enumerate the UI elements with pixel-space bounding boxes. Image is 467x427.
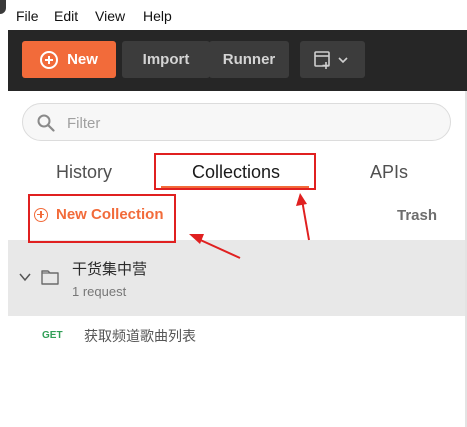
- folder-icon: [41, 270, 59, 285]
- runner-button-label: Runner: [222, 51, 276, 68]
- new-button[interactable]: New: [22, 41, 116, 78]
- menu-file[interactable]: File: [16, 7, 39, 25]
- tab-collections[interactable]: Collections: [192, 161, 280, 183]
- menu-edit[interactable]: Edit: [54, 7, 78, 25]
- new-window-button[interactable]: [300, 41, 365, 78]
- runner-button[interactable]: Runner: [209, 41, 289, 78]
- app-icon: [0, 0, 6, 14]
- menu-view[interactable]: View: [95, 7, 125, 25]
- active-tab-indicator: [161, 186, 309, 188]
- collection-name: 干货集中营: [72, 260, 148, 278]
- new-collection-label: New Collection: [56, 206, 164, 223]
- menu-help[interactable]: Help: [143, 7, 172, 25]
- request-method-badge: GET: [42, 330, 63, 341]
- window-left-edge: [0, 30, 8, 427]
- import-button[interactable]: Import: [122, 41, 210, 78]
- plus-circle-icon: [40, 50, 59, 69]
- menu-bar: File Edit View Help: [0, 0, 467, 30]
- toolbar: New Import Runner: [8, 30, 467, 91]
- collection-item[interactable]: 干货集中营 1 request: [8, 240, 465, 316]
- import-button-label: Import: [142, 51, 190, 68]
- search-input[interactable]: [67, 113, 427, 133]
- plus-circle-icon: [34, 207, 48, 222]
- request-item[interactable]: GET 获取频道歌曲列表: [8, 316, 465, 356]
- tab-history[interactable]: History: [56, 161, 112, 183]
- search-icon: [37, 114, 55, 132]
- new-collection-button[interactable]: New Collection: [34, 206, 164, 223]
- collection-request-count: 1 request: [72, 284, 127, 299]
- new-button-label: New: [67, 51, 98, 68]
- trash-button[interactable]: Trash: [397, 207, 437, 224]
- new-window-icon: [313, 50, 348, 69]
- request-name: 获取频道歌曲列表: [84, 329, 196, 345]
- sidebar-panel: History Collections APIs New Collection …: [8, 91, 467, 427]
- tab-apis[interactable]: APIs: [370, 161, 408, 183]
- chevron-down-icon[interactable]: [18, 270, 32, 284]
- search-box[interactable]: [22, 103, 451, 141]
